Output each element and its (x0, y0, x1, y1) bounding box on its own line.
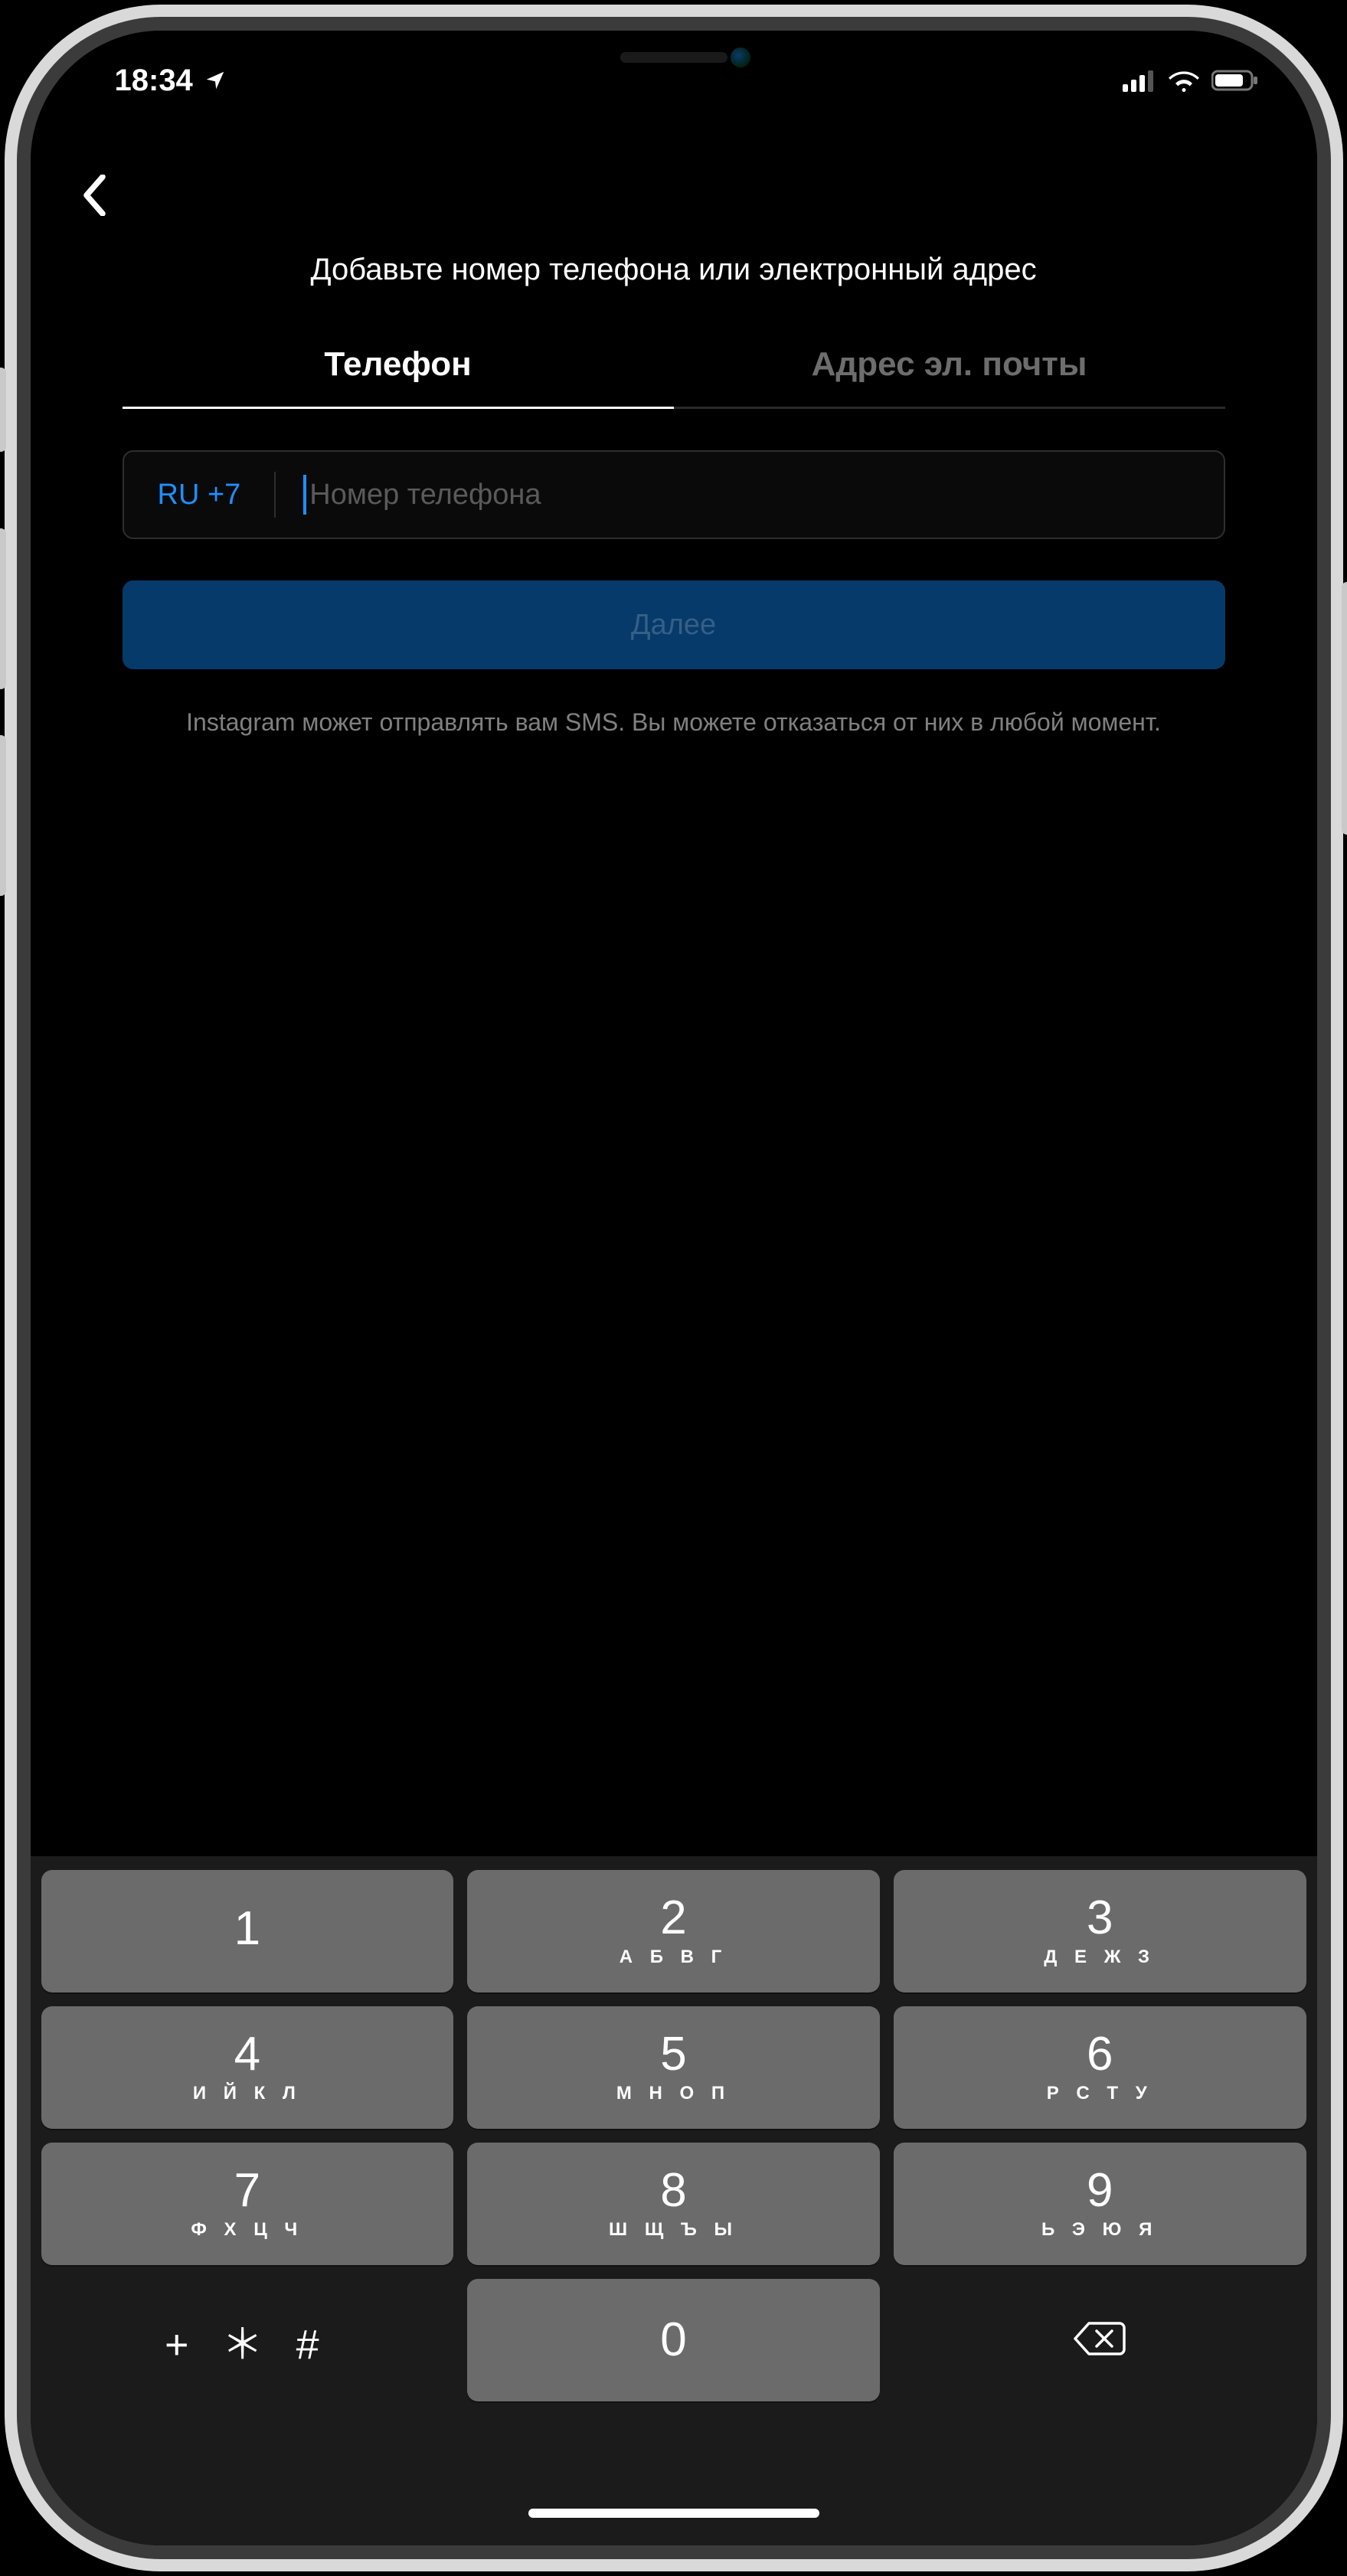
key-2[interactable]: 2 А Б В Г (467, 1870, 880, 1992)
wifi-icon (1169, 69, 1199, 92)
key-5[interactable]: 5 М Н О П (467, 2006, 880, 2129)
notch (505, 31, 842, 86)
power-button (1342, 582, 1347, 835)
screen: 18:34 Добавьте но (31, 31, 1317, 2545)
tab-email-label: Адрес эл. почты (812, 345, 1087, 383)
tab-email[interactable]: Адрес эл. почты (674, 345, 1225, 409)
backspace-icon (1072, 2319, 1127, 2362)
key-backspace[interactable] (894, 2279, 1306, 2401)
text-cursor (303, 475, 306, 515)
back-button[interactable] (69, 168, 123, 222)
tab-phone[interactable]: Телефон (123, 345, 674, 409)
tab-phone-label: Телефон (324, 345, 471, 383)
battery-icon (1211, 69, 1259, 92)
numeric-keyboard: 1 2 А Б В Г 3 Д Е Ж З 4 И Й К Л 5 (31, 1856, 1317, 2545)
key-9[interactable]: 9 Ь Э Ю Я (894, 2143, 1306, 2265)
next-button-label: Далее (631, 609, 716, 642)
next-button[interactable]: Далее (123, 580, 1225, 669)
phone-field[interactable]: RU +7 Номер телефона (123, 450, 1225, 539)
country-code-label: RU +7 (158, 479, 241, 512)
sms-disclaimer: Instagram может отправлять вам SMS. Вы м… (153, 704, 1195, 740)
volume-down-button (0, 735, 6, 896)
key-1[interactable]: 1 (41, 1870, 454, 1992)
status-time: 18:34 (115, 64, 193, 98)
volume-up-button (0, 528, 6, 689)
country-code-selector[interactable]: RU +7 (124, 472, 276, 518)
page-title: Добавьте номер телефона или электронный … (31, 253, 1317, 287)
key-7[interactable]: 7 Ф Х Ц Ч (41, 2143, 454, 2265)
home-indicator[interactable] (528, 2509, 819, 2518)
key-symbols[interactable]: + ＊ # (41, 2279, 454, 2401)
location-icon (204, 69, 227, 92)
key-3[interactable]: 3 Д Е Ж З (894, 1870, 1306, 1992)
phone-input[interactable]: Номер телефона (276, 472, 1223, 518)
key-0[interactable]: 0 (467, 2279, 880, 2401)
phone-placeholder: Номер телефона (309, 479, 541, 512)
mute-switch (0, 368, 6, 452)
cellular-signal-icon (1123, 69, 1156, 92)
key-6[interactable]: 6 Р С Т У (894, 2006, 1306, 2129)
key-4[interactable]: 4 И Й К Л (41, 2006, 454, 2129)
phone-frame: 18:34 Добавьте но (31, 31, 1317, 2545)
key-8[interactable]: 8 Ш Щ Ъ Ы (467, 2143, 880, 2265)
